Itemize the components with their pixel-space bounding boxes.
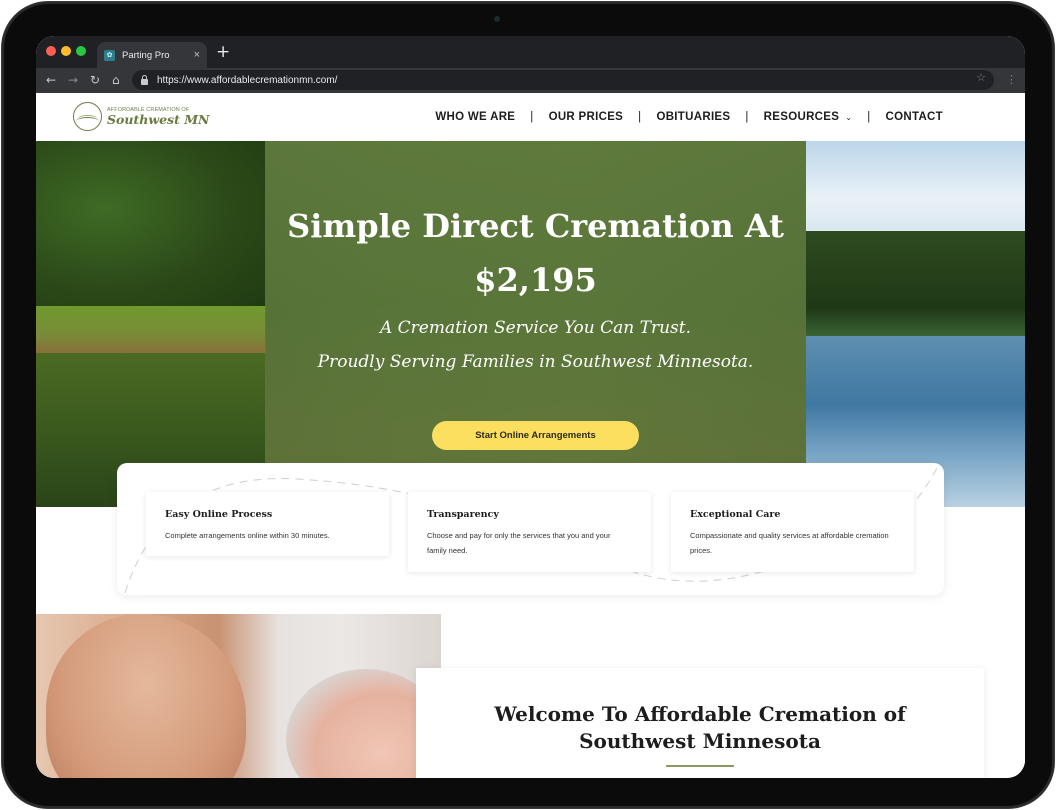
nav-obituaries[interactable]: OBITUARIES bbox=[656, 111, 730, 123]
favicon-icon: ✿ bbox=[104, 49, 115, 61]
bookmark-star-icon[interactable]: ☆ bbox=[976, 71, 986, 84]
forward-arrow-icon[interactable]: → bbox=[68, 72, 78, 88]
site-logo[interactable]: AFFORDABLE CREMATION OF Southwest MN bbox=[73, 102, 209, 131]
feature-text: Choose and pay for only the services tha… bbox=[427, 531, 611, 555]
site-header: AFFORDABLE CREMATION OF Southwest MN WHO… bbox=[36, 93, 1025, 141]
feature-title: Exceptional Care bbox=[690, 509, 781, 520]
features-panel: Easy Online Process Complete arrangement… bbox=[117, 463, 944, 595]
nav-who-we-are[interactable]: WHO WE ARE bbox=[435, 111, 515, 123]
feature-text: Complete arrangements online within 30 m… bbox=[165, 531, 330, 540]
feature-title: Easy Online Process bbox=[165, 509, 273, 520]
feature-card-exceptional-care: Exceptional Care Compassionate and quali… bbox=[671, 492, 914, 572]
welcome-divider bbox=[666, 765, 734, 767]
nav-resources[interactable]: RESOURCES ⌄ bbox=[764, 111, 853, 123]
screen: ✿ Parting Pro × + ← → ↻ ⌂ https://www.af… bbox=[36, 36, 1025, 778]
nav-separator: | bbox=[638, 111, 642, 123]
elderly-couple-photo bbox=[36, 614, 441, 778]
new-tab-button[interactable]: + bbox=[216, 42, 230, 62]
lock-icon bbox=[141, 74, 148, 85]
hero-title-line1: Simple Direct Cremation At bbox=[287, 207, 784, 245]
camera-dot bbox=[494, 16, 500, 22]
photo-man bbox=[46, 614, 246, 778]
hero-subtitle-line2: Proudly Serving Families in Southwest Mi… bbox=[317, 352, 754, 372]
window-close-button[interactable] bbox=[46, 46, 56, 56]
nav-separator: | bbox=[745, 111, 749, 123]
tablet-frame: ✿ Parting Pro × + ← → ↻ ⌂ https://www.af… bbox=[2, 2, 1054, 808]
feature-text: Compassionate and quality services at af… bbox=[690, 531, 889, 555]
feature-card-easy-online: Easy Online Process Complete arrangement… bbox=[146, 492, 389, 556]
logo-landscape-icon bbox=[73, 102, 102, 131]
reload-icon[interactable]: ↻ bbox=[90, 72, 100, 88]
nav-separator: | bbox=[530, 111, 534, 123]
start-online-arrangements-button[interactable]: Start Online Arrangements bbox=[432, 421, 639, 450]
browser-tab-bar: ✿ Parting Pro × + bbox=[36, 36, 1025, 68]
feature-title: Transparency bbox=[427, 509, 499, 520]
tab-close-icon[interactable]: × bbox=[194, 49, 200, 61]
home-icon[interactable]: ⌂ bbox=[112, 72, 120, 88]
window-maximize-button[interactable] bbox=[76, 46, 86, 56]
window-minimize-button[interactable] bbox=[61, 46, 71, 56]
hero-subtitle-line1: A Cremation Service You Can Trust. bbox=[379, 318, 692, 338]
hero-photo-trees-right bbox=[806, 231, 1025, 341]
feature-card-transparency: Transparency Choose and pay for only the… bbox=[408, 492, 651, 572]
address-bar[interactable]: https://www.affordablecremationmn.com/ ☆ bbox=[132, 70, 994, 90]
main-nav: WHO WE ARE | OUR PRICES | OBITUARIES | R… bbox=[435, 111, 943, 123]
hero-section: Simple Direct Cremation At $2,195 A Crem… bbox=[36, 141, 1025, 507]
hero-subtitle: A Cremation Service You Can Trust. Proud… bbox=[265, 311, 806, 379]
tab-title: Parting Pro bbox=[122, 49, 170, 61]
welcome-title: Welcome To Affordable Cremation of South… bbox=[494, 702, 906, 753]
nav-our-prices[interactable]: OUR PRICES bbox=[549, 111, 624, 123]
browser-tab[interactable]: ✿ Parting Pro × bbox=[97, 42, 207, 68]
nav-contact[interactable]: CONTACT bbox=[886, 111, 943, 123]
hero-photo-trees-left bbox=[36, 141, 266, 311]
hero-photo-grass-left bbox=[36, 306, 266, 356]
logo-name: Southwest MN bbox=[107, 112, 210, 127]
hero-price: $2,195 bbox=[474, 261, 597, 299]
nav-resources-label: RESOURCES bbox=[763, 111, 840, 123]
website: AFFORDABLE CREMATION OF Southwest MN WHO… bbox=[36, 93, 1025, 778]
browser-menu-icon[interactable]: ⋮ bbox=[1006, 73, 1017, 87]
hero-title: Simple Direct Cremation At $2,195 bbox=[265, 199, 806, 307]
chevron-down-icon: ⌄ bbox=[845, 113, 853, 122]
welcome-card: Welcome To Affordable Cremation of South… bbox=[416, 668, 984, 778]
nav-separator: | bbox=[867, 111, 871, 123]
url-text[interactable]: https://www.affordablecremationmn.com/ bbox=[157, 75, 337, 86]
back-arrow-icon[interactable]: ← bbox=[46, 72, 56, 88]
hero-photo-sky-right bbox=[806, 141, 1025, 236]
browser-toolbar: ← → ↻ ⌂ https://www.affordablecremationm… bbox=[36, 68, 1025, 93]
